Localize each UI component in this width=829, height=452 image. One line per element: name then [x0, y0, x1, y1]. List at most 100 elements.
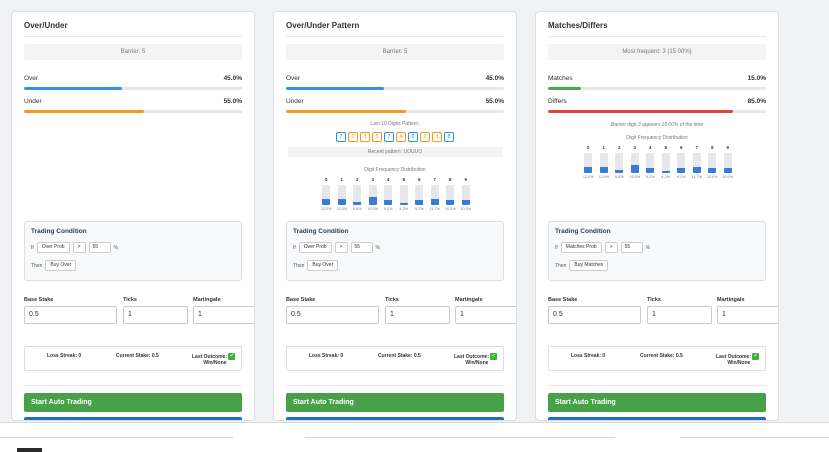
operator-select[interactable]: > — [72, 242, 86, 253]
digit-box: 7 — [384, 132, 394, 142]
card-title: Matches/Differs — [548, 21, 608, 30]
digit-label: 9 — [726, 145, 729, 150]
digit-label: 6 — [417, 177, 421, 182]
action-select[interactable]: Buy Over — [45, 260, 77, 271]
under-progress-bar — [24, 110, 242, 113]
digit-percent-label: 12.0% — [320, 207, 332, 211]
martingale-label: Martingale — [193, 297, 221, 303]
differs-progress-fill — [548, 110, 734, 113]
last-outcome-value: Win/None — [465, 360, 489, 366]
martingale-input[interactable]: 1 — [455, 306, 516, 324]
stats-panel: Loss Streak: 0 Current Stake: 0.5 Last O… — [24, 346, 242, 371]
digit-box: 0 — [348, 132, 358, 142]
digit-frequency-bar — [646, 153, 655, 173]
barrier-note: Barrier digit 3 appears 15.00% of the ti… — [610, 122, 704, 128]
digit-frequency-bar — [723, 153, 732, 173]
condition-if-row: If Over Prob > 55 % — [31, 242, 118, 253]
threshold-input[interactable]: 55 — [350, 242, 373, 253]
divider — [286, 36, 504, 37]
divider — [305, 437, 615, 438]
under-progress-bar — [286, 110, 504, 113]
digit-label: 5 — [402, 177, 405, 182]
digit-percent-label: 9.2% — [414, 207, 424, 211]
base-stake-input[interactable]: 0.5 — [548, 306, 641, 324]
digit-frequency-bar — [368, 185, 377, 205]
stop-button-edge[interactable] — [24, 417, 242, 420]
digit-label: 3 — [371, 177, 374, 182]
last-outcome: Last Outcome: ✓ Win/None — [454, 353, 498, 366]
over-progress-bar — [286, 87, 504, 90]
threshold-input[interactable]: 55 — [620, 242, 643, 253]
digit-label: 0 — [324, 177, 328, 182]
condition-then-row: Then Buy Over — [293, 260, 339, 271]
matches-progress-fill — [548, 87, 581, 90]
digit-percent-label: 9.2% — [676, 175, 686, 179]
over-label: Over — [24, 75, 39, 82]
base-stake-input[interactable]: 0.5 — [286, 306, 379, 324]
last-outcome-label: Last Outcome: — [716, 353, 752, 360]
matches-progress-bar — [548, 87, 766, 90]
loss-streak: Loss Streak: 0 — [571, 353, 606, 359]
condition-then-row: Then Buy Matches — [555, 260, 609, 271]
digit-label: 0 — [586, 145, 590, 150]
ticks-input[interactable]: 1 — [123, 306, 188, 324]
condition-if-row: If Matches Prob > 55 % — [555, 242, 650, 253]
differs-label: Differs — [548, 98, 567, 105]
under-value: 55.0% — [223, 98, 242, 105]
operator-select[interactable]: > — [334, 242, 348, 253]
divider — [24, 385, 242, 386]
digit-frequency-fill — [446, 199, 455, 205]
digit-frequency-bar — [353, 185, 362, 205]
if-label: If — [293, 244, 296, 251]
trading-condition-title: Trading Condition — [293, 228, 349, 235]
loss-streak: Loss Streak: 0 — [47, 353, 82, 359]
digit-percent-label: 10.0% — [460, 207, 472, 211]
stop-button-edge[interactable] — [286, 417, 504, 420]
digit-distribution: 0 12.0% 1 12.0% 2 5.8% 3 15.0% 4 9.2% 5 4.2% 6 9.2% 7 1… — [536, 145, 778, 185]
digit-frequency-fill — [615, 169, 624, 173]
card-title: Over/Under — [24, 21, 68, 30]
digit-frequency-fill — [461, 199, 470, 205]
digit-label: 7 — [433, 177, 436, 182]
threshold-input[interactable]: 55 — [88, 242, 111, 253]
stats-panel: Loss Streak: 0 Current Stake: 0.5 Last O… — [548, 346, 766, 371]
start-auto-trading-button[interactable]: Start Auto Trading — [24, 393, 242, 412]
trading-condition-title: Trading Condition — [555, 228, 611, 235]
over-under-pattern-card: Over/Under Pattern Barrier: 5 Over 45.0%… — [273, 11, 517, 421]
divider — [548, 36, 766, 37]
martingale-input[interactable]: 1 — [717, 306, 778, 324]
digit-percent-label: 10.0% — [706, 175, 718, 179]
digit-frequency-bar — [415, 185, 424, 205]
digit-frequency-fill — [708, 167, 717, 173]
condition-select[interactable]: Matches Prob — [560, 242, 602, 253]
action-select[interactable]: Buy Matches — [569, 260, 609, 271]
condition-select[interactable]: Over Prob — [36, 242, 70, 253]
trading-condition-panel: Trading Condition If Over Prob > 55 % Th… — [24, 221, 242, 281]
distribution-title: Digit Frequency Distribution — [626, 135, 688, 141]
loss-streak: Loss Streak: 0 — [309, 353, 344, 359]
digit-frequency-fill — [692, 166, 701, 173]
stop-button-edge[interactable] — [548, 417, 766, 420]
divider — [24, 36, 242, 37]
card-title: Over/Under Pattern — [286, 21, 360, 30]
start-auto-trading-button[interactable]: Start Auto Trading — [548, 393, 766, 412]
operator-select[interactable]: > — [604, 242, 618, 253]
under-label: Under — [286, 98, 304, 105]
action-select[interactable]: Buy Over — [307, 260, 339, 271]
condition-select[interactable]: Over Prob — [298, 242, 332, 253]
over-value: 45.0% — [485, 75, 504, 82]
digit-frequency-bar — [692, 153, 701, 173]
start-auto-trading-button[interactable]: Start Auto Trading — [286, 393, 504, 412]
digit-label: 4 — [386, 177, 390, 182]
ticks-input[interactable]: 1 — [647, 306, 712, 324]
digit-box: 8 — [444, 132, 454, 142]
taskbar-app-indicator[interactable] — [17, 448, 42, 452]
base-stake-input[interactable]: 0.5 — [24, 306, 117, 324]
martingale-input[interactable]: 1 — [193, 306, 254, 324]
last-digits-label: Last 10 Digits Pattern: — [370, 121, 420, 127]
current-stake: Current Stake: 0.5 — [378, 353, 421, 359]
then-label: Then — [31, 262, 43, 269]
last-outcome-label: Last Outcome: — [192, 353, 228, 360]
ticks-input[interactable]: 1 — [385, 306, 450, 324]
digit-frequency-fill — [430, 198, 439, 205]
